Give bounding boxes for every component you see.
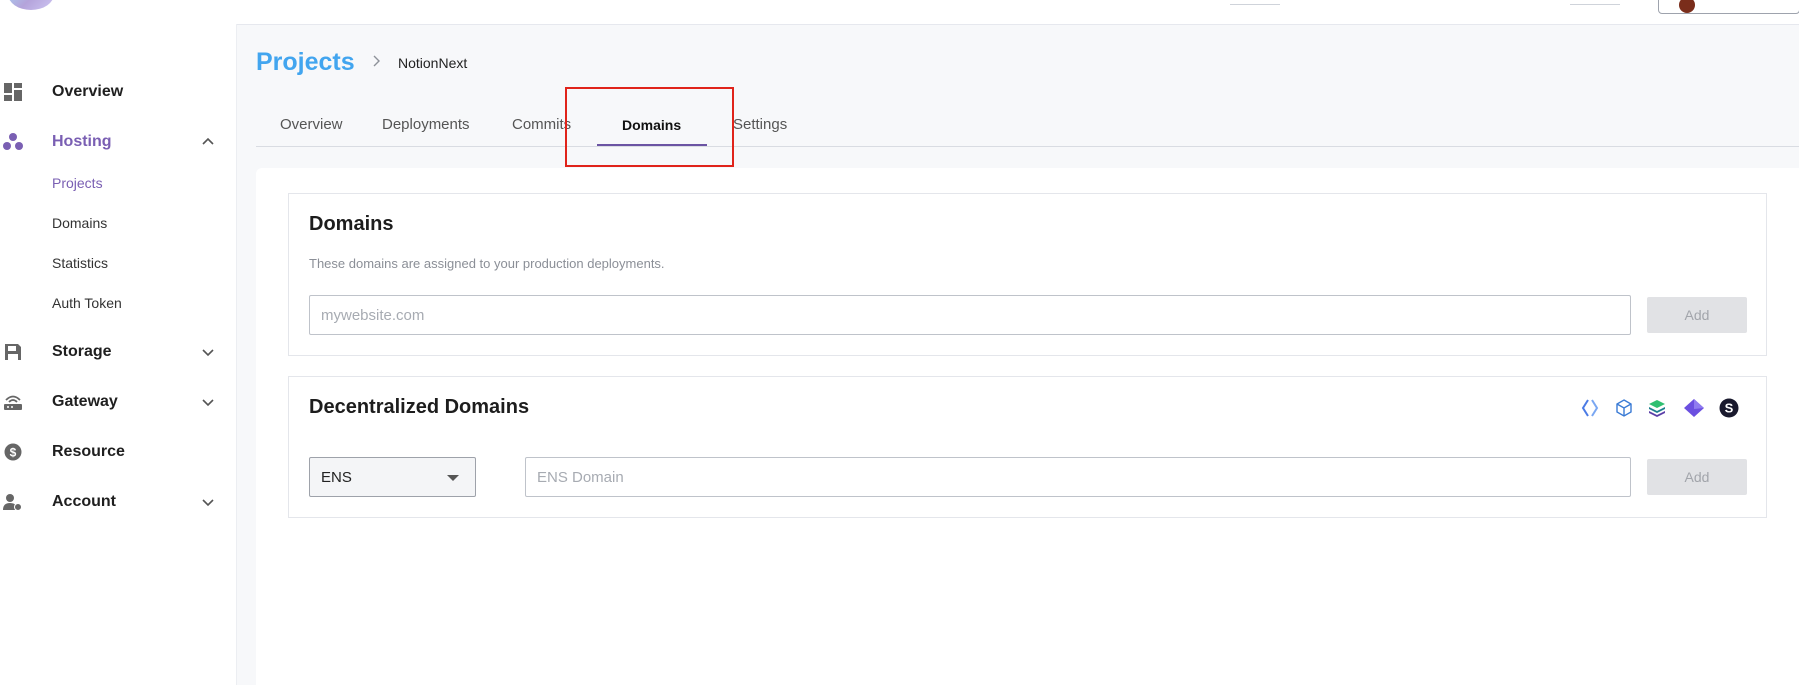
sidebar-item-label: Overview bbox=[52, 83, 124, 100]
top-bar bbox=[0, 0, 1799, 25]
add-domain-button[interactable]: Add bbox=[1647, 297, 1747, 333]
breadcrumb-project-name: NotionNext bbox=[398, 55, 468, 71]
resource-icon: $ bbox=[3, 442, 23, 462]
top-bar-item[interactable] bbox=[1570, 0, 1620, 5]
sidebar-item-overview[interactable]: Overview bbox=[0, 74, 236, 110]
s-logo-icon[interactable]: S bbox=[1719, 398, 1739, 418]
sidebar-subitem-projects[interactable]: Projects bbox=[52, 175, 103, 191]
domains-card-title: Domains bbox=[309, 213, 394, 235]
sidebar-subitem-auth-token[interactable]: Auth Token bbox=[52, 295, 122, 311]
chevron-down-icon[interactable] bbox=[200, 494, 216, 510]
hosting-icon bbox=[3, 132, 23, 152]
sidebar-item-account[interactable]: Account bbox=[0, 484, 236, 520]
add-decentralized-domain-button[interactable]: Add bbox=[1647, 459, 1747, 495]
sidebar-item-hosting[interactable]: Hosting bbox=[0, 124, 236, 160]
avatar bbox=[1679, 0, 1695, 13]
user-menu-button[interactable] bbox=[1658, 0, 1799, 14]
sidebar-item-gateway[interactable]: Gateway bbox=[0, 384, 236, 420]
sidebar-item-label: Resource bbox=[52, 443, 125, 460]
tab-deployments[interactable]: Deployments bbox=[382, 116, 470, 133]
sidebar-subitem-statistics[interactable]: Statistics bbox=[52, 255, 108, 271]
tab-overview[interactable]: Overview bbox=[280, 116, 343, 133]
sidebar-item-label: Account bbox=[52, 493, 116, 510]
chevron-down-icon[interactable] bbox=[200, 394, 216, 410]
svg-text:$: $ bbox=[10, 446, 17, 460]
sidebar-subitem-domains[interactable]: Domains bbox=[52, 215, 107, 231]
sidebar-item-label: Storage bbox=[52, 343, 112, 360]
stacked-layers-icon[interactable] bbox=[1647, 398, 1667, 418]
app-logo[interactable] bbox=[8, 0, 54, 10]
sidebar-item-label: Gateway bbox=[52, 393, 118, 410]
svg-text:S: S bbox=[1725, 401, 1734, 416]
sidebar-item-label: Hosting bbox=[52, 133, 112, 150]
dashboard-icon bbox=[3, 82, 23, 102]
domain-type-value: ENS bbox=[321, 469, 352, 486]
tab-commits[interactable]: Commits bbox=[512, 116, 571, 133]
chevron-right-icon bbox=[371, 54, 383, 68]
project-tabs: Overview Deployments Commits Domains Set… bbox=[256, 104, 1799, 147]
decentralized-domains-title: Decentralized Domains bbox=[309, 396, 530, 418]
annotation-highlight-box bbox=[565, 87, 734, 167]
sidebar-item-storage[interactable]: Storage bbox=[0, 334, 236, 370]
ens-domain-input[interactable] bbox=[525, 457, 1631, 497]
domains-card-description: These domains are assigned to your produ… bbox=[309, 256, 665, 271]
tab-settings[interactable]: Settings bbox=[733, 116, 787, 133]
top-bar-item[interactable] bbox=[1230, 0, 1280, 5]
ens-icon[interactable] bbox=[1580, 398, 1600, 418]
chevron-up-icon[interactable] bbox=[200, 134, 216, 150]
domain-type-select[interactable]: ENS bbox=[309, 457, 476, 497]
caret-down-icon bbox=[447, 475, 459, 481]
polygon-diamond-icon[interactable] bbox=[1683, 398, 1704, 418]
account-icon bbox=[3, 492, 23, 512]
domain-input[interactable] bbox=[309, 295, 1631, 335]
chevron-down-icon[interactable] bbox=[200, 344, 216, 360]
breadcrumb-projects[interactable]: Projects bbox=[256, 48, 355, 77]
storage-icon bbox=[3, 342, 23, 362]
sidebar: Overview Hosting Projects Domains Statis… bbox=[0, 24, 237, 685]
sidebar-item-resource[interactable]: $ Resource bbox=[0, 434, 236, 470]
gateway-icon bbox=[3, 392, 23, 412]
cube-icon[interactable] bbox=[1614, 398, 1634, 418]
